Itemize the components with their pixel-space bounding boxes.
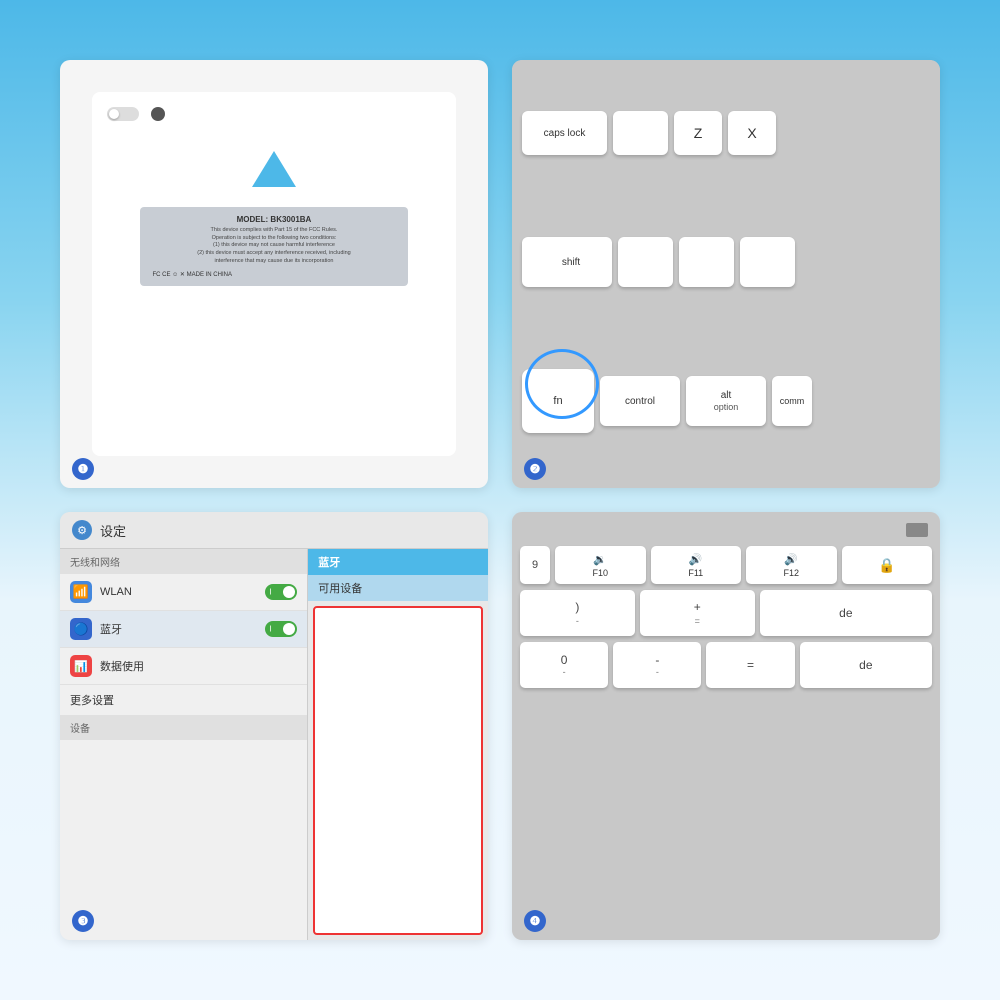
keyboard-top: 9 🔉 F10 🔊 F11 🔊 F12 🔒 xyxy=(512,512,940,940)
lock-key: 🔒 xyxy=(842,546,933,584)
keyboard-top-bar xyxy=(520,520,932,540)
num-row: ) - + = de xyxy=(520,590,932,636)
alt-option-key: alt option xyxy=(686,376,766,426)
toggle-on-text: I xyxy=(269,588,271,597)
step-3-badge: ❸ xyxy=(72,910,94,932)
del-label: de xyxy=(859,658,872,672)
keyboard-close-up: caps lock Z X shift fn control alt optio… xyxy=(512,60,940,488)
panel-4-keyboard-top: 9 🔉 F10 🔊 F11 🔊 F12 🔒 xyxy=(512,512,940,940)
camera-dot xyxy=(151,107,165,121)
key-row-2: shift xyxy=(522,237,930,287)
dash-top: - xyxy=(655,653,659,667)
bt-toggle-on-text: I xyxy=(269,625,271,634)
empty-key-4 xyxy=(740,237,795,287)
data-label: 数据使用 xyxy=(100,658,297,674)
step-1-badge: ❶ xyxy=(72,458,94,480)
minus-plus-key: + = xyxy=(640,590,755,636)
keyboard-back-inner: MODEL: BK3001BA This device complies wit… xyxy=(92,92,456,456)
underscore-key: - - xyxy=(613,642,701,688)
model-sticker: MODEL: BK3001BA This device complies wit… xyxy=(140,207,407,285)
data-icon: 📊 xyxy=(70,655,92,677)
command-key: comm xyxy=(772,376,812,426)
panel-2-keyboard-keys: caps lock Z X shift fn control alt optio… xyxy=(512,60,940,488)
del-partial-key: de xyxy=(800,642,932,688)
zero-key: 0 - xyxy=(520,642,608,688)
f11-icon: 🔊 xyxy=(689,553,703,566)
wifi-label: WLAN xyxy=(100,586,257,598)
fn-key: fn xyxy=(522,369,594,433)
z-key: Z xyxy=(674,111,722,155)
close-paren-top: ) xyxy=(575,600,579,614)
control-key: control xyxy=(600,376,680,426)
data-usage-item[interactable]: 📊 数据使用 xyxy=(60,648,307,685)
keyboard-indicator-led xyxy=(906,523,928,537)
f12-icon: 🔊 xyxy=(784,553,798,566)
lock-icon: 🔒 xyxy=(878,557,895,574)
settings-gear-icon: ⚙ xyxy=(72,520,92,540)
alt-label: alt xyxy=(721,390,732,401)
f11-key: 🔊 F11 xyxy=(651,546,742,584)
bluetooth-label: 蓝牙 xyxy=(100,621,257,637)
wifi-icon: 📶 xyxy=(70,581,92,603)
certifications: FC CE ☺ ✕ MADE IN CHINA xyxy=(152,271,395,278)
settings-header: ⚙ 设定 xyxy=(60,512,488,549)
power-switch xyxy=(107,107,139,121)
close-paren-sub: - xyxy=(576,616,579,626)
fkey-row: 9 🔉 F10 🔊 F11 🔊 F12 🔒 xyxy=(520,546,932,584)
option-label: option xyxy=(714,402,739,412)
bluetooth-toggle[interactable]: I xyxy=(265,621,297,637)
f10-label: F10 xyxy=(592,568,608,578)
bluetooth-item[interactable]: 🔵 蓝牙 I xyxy=(60,611,307,648)
de-label: de xyxy=(839,606,852,620)
zero-top: 0 xyxy=(561,653,568,667)
settings-right-panel: 蓝牙 可用设备 xyxy=(308,549,488,940)
available-devices-list xyxy=(313,606,483,935)
up-arrow-icon xyxy=(252,151,296,187)
dash-sub: - xyxy=(656,667,659,677)
empty-key-3 xyxy=(679,237,734,287)
wifi-item[interactable]: 📶 WLAN I xyxy=(60,574,307,611)
model-number: MODEL: BK3001BA xyxy=(152,215,395,224)
bottom-row: 0 - - - = de xyxy=(520,642,932,688)
settings-interface: ⚙ 设定 无线和网络 📶 WLAN I xyxy=(60,512,488,940)
f12-label: F12 xyxy=(783,568,799,578)
panel-3-settings: ⚙ 设定 无线和网络 📶 WLAN I xyxy=(60,512,488,940)
settings-body: 无线和网络 📶 WLAN I 🔵 蓝牙 I xyxy=(60,549,488,940)
num-9-key: 9 xyxy=(520,546,550,584)
x-key: X xyxy=(728,111,776,155)
top-bar xyxy=(107,107,441,121)
f10-icon: 🔉 xyxy=(593,553,607,566)
zero-sub: - xyxy=(563,667,566,677)
panel-1-keyboard-back: MODEL: BK3001BA This device complies wit… xyxy=(60,60,488,488)
step-4-badge: ❹ xyxy=(524,910,546,932)
bt-panel-header: 蓝牙 xyxy=(308,549,488,575)
plus-top: + xyxy=(694,600,701,614)
key-row-3: fn control alt option comm xyxy=(522,369,930,437)
device-section-label: 设备 xyxy=(60,715,307,740)
equals-key: = xyxy=(706,642,794,688)
empty-key-1 xyxy=(613,111,668,155)
f12-key: 🔊 F12 xyxy=(746,546,837,584)
empty-key-2 xyxy=(618,237,673,287)
main-grid: MODEL: BK3001BA This device complies wit… xyxy=(0,0,1000,1000)
more-settings-item[interactable]: 更多设置 xyxy=(60,685,307,715)
wireless-section-label: 无线和网络 xyxy=(60,549,307,574)
equals-sub: = xyxy=(695,616,700,626)
eq-top: = xyxy=(747,658,754,672)
wifi-toggle[interactable]: I xyxy=(265,584,297,600)
f11-label: F11 xyxy=(688,568,703,578)
bluetooth-icon: 🔵 xyxy=(70,618,92,640)
step-2-badge: ❷ xyxy=(524,458,546,480)
caps-lock-key: caps lock xyxy=(522,111,607,155)
key-row-1: caps lock Z X xyxy=(522,111,930,155)
model-description: This device complies with Part 15 of the… xyxy=(152,227,395,265)
shift-key: shift xyxy=(522,237,612,287)
settings-title-text: 设定 xyxy=(100,521,126,540)
available-devices-header: 可用设备 xyxy=(308,575,488,601)
close-paren-key: ) - xyxy=(520,590,635,636)
f10-key: 🔉 F10 xyxy=(555,546,646,584)
settings-left-panel: 无线和网络 📶 WLAN I 🔵 蓝牙 I xyxy=(60,549,308,940)
delete-key-partial: de xyxy=(760,590,932,636)
